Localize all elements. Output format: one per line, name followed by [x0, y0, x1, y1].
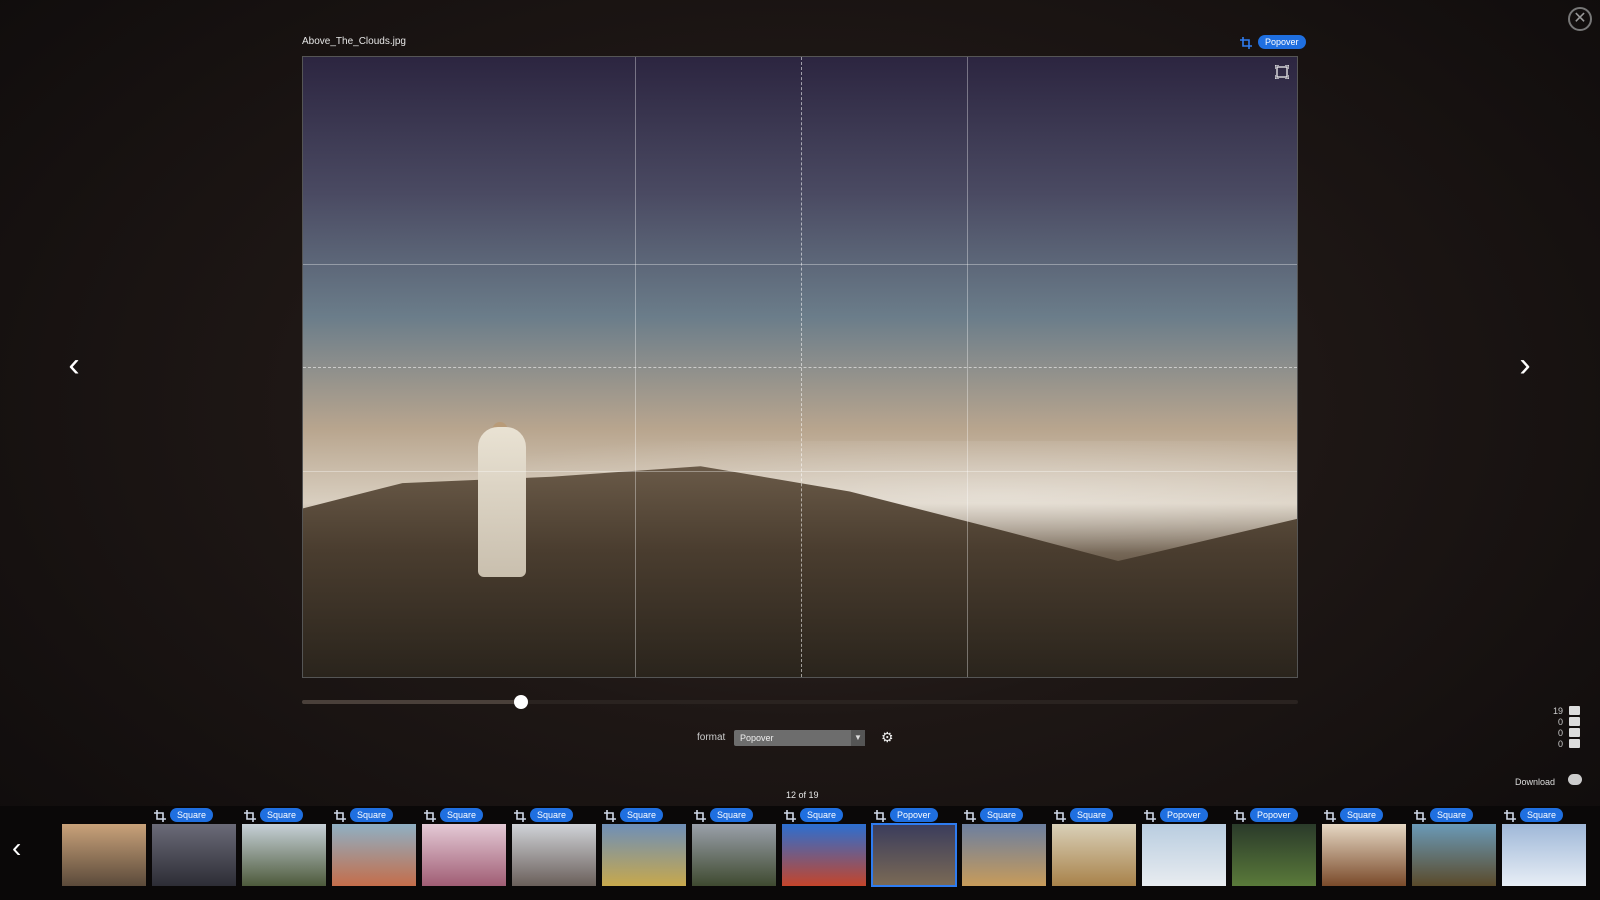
format-select[interactable]: Popover ▼ — [734, 730, 865, 746]
filmstrip-thumbnail[interactable] — [871, 823, 957, 887]
filmstrip-thumbnail[interactable] — [242, 824, 326, 886]
filmstrip-thumbnail[interactable] — [62, 824, 146, 886]
focus-guide-horizontal[interactable] — [303, 367, 1297, 368]
format-badge: Popover — [890, 808, 938, 822]
thumbnail-format-tag: Square — [154, 808, 214, 822]
document-icon — [1569, 739, 1581, 748]
filmstrip-thumbnail[interactable] — [422, 824, 506, 886]
thumbnail-format-tag: Popover — [874, 808, 938, 822]
thumbnail-format-tag: Popover — [1144, 808, 1208, 822]
crop-icon — [424, 809, 436, 822]
fullscreen-icon[interactable] — [1274, 64, 1290, 80]
filmstrip-prev-button[interactable]: ‹ — [12, 832, 21, 864]
image-counter: 12 of 19 — [786, 790, 819, 800]
filmstrip-thumbnail[interactable] — [332, 824, 416, 886]
filmstrip[interactable]: ‹ › SquareSquareSquareSquareSquareSquare… — [0, 806, 1600, 900]
grid-line — [303, 471, 1297, 472]
thumbnail-format-tag: Square — [1054, 808, 1114, 822]
image-viewer[interactable] — [302, 56, 1298, 678]
thumbnail-format-tag: Square — [964, 808, 1024, 822]
filmstrip-thumbnail[interactable] — [512, 824, 596, 886]
format-badge: Square — [980, 808, 1024, 822]
format-badge: Square — [440, 808, 484, 822]
thumbnail-format-tag: Square — [424, 808, 484, 822]
crop-icon — [514, 809, 526, 822]
format-badge: Square — [350, 808, 394, 822]
crop-icon — [784, 809, 796, 822]
format-badge: Square — [1520, 808, 1564, 822]
camera-icon — [1569, 728, 1581, 737]
crop-icon — [1144, 809, 1156, 822]
filmstrip-thumbnail[interactable] — [1412, 824, 1496, 886]
format-badge: Square — [710, 808, 754, 822]
format-badge: Square — [1070, 808, 1114, 822]
crop-icon — [154, 809, 166, 822]
previous-image-button[interactable]: ‹ — [62, 348, 86, 382]
filmstrip-thumbnail[interactable] — [1052, 824, 1136, 886]
thumbnail-format-tag: Popover — [1234, 808, 1298, 822]
filmstrip-thumbnail[interactable] — [1502, 824, 1586, 886]
image-icon — [1569, 706, 1581, 715]
current-format[interactable]: Popover — [1240, 35, 1306, 49]
audio-icon — [1569, 717, 1581, 726]
format-badge: Square — [1340, 808, 1384, 822]
thumbnail-format-tag: Square — [1504, 808, 1564, 822]
crop-icon — [964, 809, 976, 822]
crop-icon — [1234, 809, 1246, 822]
thumbnail-format-tag: Square — [604, 808, 664, 822]
filmstrip-thumbnail[interactable] — [1142, 824, 1226, 886]
thumbnail-format-tag: Square — [334, 808, 394, 822]
crop-icon — [1324, 809, 1336, 822]
filmstrip-thumbnail[interactable] — [782, 824, 866, 886]
grid-line — [303, 264, 1297, 265]
thumbnail-format-tag: Square — [694, 808, 754, 822]
close-icon[interactable]: ✕ — [1568, 7, 1592, 31]
asset-stats: 19 0 0 0 — [1553, 705, 1581, 749]
filmstrip-thumbnail[interactable] — [1232, 824, 1316, 886]
crop-icon — [1054, 809, 1066, 822]
format-badge: Square — [1430, 808, 1474, 822]
filmstrip-thumbnail[interactable] — [602, 824, 686, 886]
format-badge: Popover — [1160, 808, 1208, 822]
thumbnail-format-tag: Square — [244, 808, 304, 822]
crop-icon — [334, 809, 346, 822]
crop-icon — [694, 809, 706, 822]
filmstrip-thumbnail[interactable] — [692, 824, 776, 886]
format-badge: Popover — [1250, 808, 1298, 822]
filmstrip-thumbnail[interactable] — [962, 824, 1046, 886]
crop-icon — [1414, 809, 1426, 822]
crop-icon — [1504, 809, 1516, 822]
format-badge: Square — [170, 808, 214, 822]
file-name: Above_The_Clouds.jpg — [302, 36, 406, 47]
crop-icon — [604, 809, 616, 822]
gear-icon[interactable]: ⚙ — [881, 730, 895, 744]
crop-icon — [874, 809, 886, 822]
zoom-slider[interactable] — [302, 695, 1298, 709]
chevron-down-icon: ▼ — [851, 730, 865, 746]
filmstrip-thumbnail[interactable] — [1322, 824, 1406, 886]
format-badge: Square — [800, 808, 844, 822]
thumbnail-format-tag: Square — [514, 808, 574, 822]
thumbnail-format-tag: Square — [784, 808, 844, 822]
filmstrip-thumbnail[interactable] — [152, 824, 236, 886]
thumbnail-format-tag: Square — [1414, 808, 1474, 822]
format-badge: Square — [260, 808, 304, 822]
format-label: format — [697, 732, 726, 743]
crop-icon — [244, 809, 256, 822]
thumbnail-format-tag: Square — [1324, 808, 1384, 822]
cloud-download-icon[interactable] — [1568, 774, 1582, 785]
format-badge: Square — [620, 808, 664, 822]
format-badge: Square — [530, 808, 574, 822]
crop-icon — [1240, 36, 1252, 49]
next-image-button[interactable]: › — [1513, 348, 1537, 382]
download-button[interactable]: Download — [1515, 777, 1555, 787]
format-badge: Popover — [1258, 35, 1306, 49]
zoom-slider-handle[interactable] — [514, 695, 528, 709]
